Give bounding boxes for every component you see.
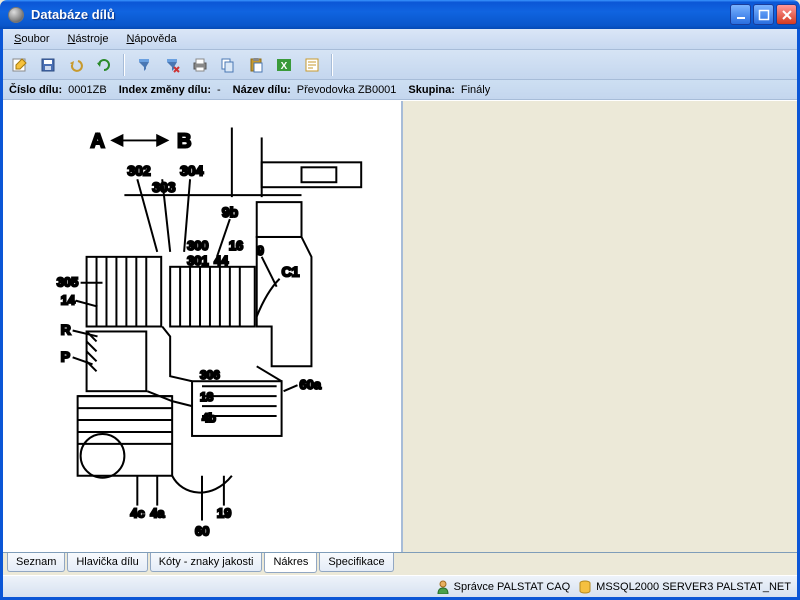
undo-button[interactable] — [65, 54, 87, 76]
menu-file[interactable]: Soubor — [7, 31, 56, 47]
part-no-value: 0001ZB — [68, 84, 107, 96]
part-name-label: Název dílu: — [233, 84, 291, 96]
toolbar: X — [3, 50, 797, 80]
svg-text:60: 60 — [195, 523, 209, 538]
status-db: MSSQL2000 SERVER3 PALSTAT_NET — [578, 580, 791, 594]
svg-text:18: 18 — [200, 390, 214, 404]
status-db-text: MSSQL2000 SERVER3 PALSTAT_NET — [596, 581, 791, 593]
tab-spec[interactable]: Specifikace — [319, 553, 393, 572]
info-bar: Číslo dílu: 0001ZB Index změny dílu: - N… — [3, 80, 797, 100]
paste-button[interactable] — [245, 54, 267, 76]
toolbar-separator — [123, 54, 125, 76]
save-button[interactable] — [37, 54, 59, 76]
toolbar-separator — [331, 54, 333, 76]
window-body: SouborNástrojeNápověda // rebuild menuba… — [0, 29, 800, 600]
svg-text:300: 300 — [187, 238, 209, 253]
svg-text:303: 303 — [152, 179, 175, 195]
svg-text:306: 306 — [200, 368, 220, 382]
svg-text:B: B — [177, 130, 191, 152]
content-area: A B 302 303 304 9b — [3, 100, 797, 552]
part-no-label: Číslo dílu: — [9, 84, 62, 96]
window-title: Databáze dílů — [29, 7, 730, 22]
menu-tools[interactable]: Nástroje — [60, 31, 115, 47]
properties-button[interactable] — [301, 54, 323, 76]
part-name-value: Převodovka ZB0001 — [297, 84, 397, 96]
user-icon — [436, 580, 450, 594]
print-button[interactable] — [189, 54, 211, 76]
copy-button[interactable] — [217, 54, 239, 76]
svg-text:X: X — [281, 61, 288, 72]
svg-text:305: 305 — [57, 275, 79, 290]
refresh-button[interactable] — [93, 54, 115, 76]
app-icon — [8, 7, 24, 23]
tool-filter-button[interactable] — [133, 54, 155, 76]
svg-text:44: 44 — [214, 253, 229, 268]
svg-text:60a: 60a — [300, 377, 322, 392]
status-user: Správce PALSTAT CAQ — [436, 580, 571, 594]
svg-text:C1: C1 — [282, 264, 300, 280]
status-bar: Správce PALSTAT CAQ MSSQL2000 SERVER3 PA… — [3, 575, 797, 597]
svg-text:19: 19 — [217, 506, 231, 521]
tab-list[interactable]: Seznam — [7, 553, 65, 572]
tool-clearfilter-button[interactable] — [161, 54, 183, 76]
svg-text:4a: 4a — [150, 506, 165, 521]
svg-text:R: R — [61, 321, 71, 337]
drawing-pane[interactable]: A B 302 303 304 9b — [3, 101, 403, 552]
svg-text:304: 304 — [180, 162, 203, 178]
svg-text:9: 9 — [257, 243, 264, 258]
svg-text:14: 14 — [61, 293, 76, 308]
window-buttons — [730, 4, 797, 25]
tab-quotas[interactable]: Kóty - znaky jakosti — [150, 553, 263, 572]
database-icon — [578, 580, 592, 594]
svg-text:16: 16 — [229, 238, 243, 253]
group-value: Finály — [461, 84, 490, 96]
change-idx-value: - — [217, 84, 221, 96]
tab-drawing[interactable]: Nákres — [264, 553, 317, 573]
right-pane — [403, 101, 797, 552]
group-label: Skupina: — [408, 84, 454, 96]
menubar: SouborNástrojeNápověda — [3, 29, 797, 50]
status-user-text: Správce PALSTAT CAQ — [454, 581, 571, 593]
maximize-button[interactable] — [753, 4, 774, 25]
svg-text:9b: 9b — [222, 204, 238, 220]
svg-text:4b: 4b — [202, 411, 216, 425]
tab-header[interactable]: Hlavička dílu — [67, 553, 147, 572]
export-excel-button[interactable]: X — [273, 54, 295, 76]
bottom-tabs: Seznam Hlavička dílu Kóty - znaky jakost… — [3, 552, 797, 575]
change-idx-label: Index změny dílu: — [119, 84, 211, 96]
close-button[interactable] — [776, 4, 797, 25]
minimize-button[interactable] — [730, 4, 751, 25]
titlebar: Databáze dílů — [0, 0, 800, 29]
svg-text:A: A — [91, 130, 105, 152]
technical-drawing: A B 302 303 304 9b — [3, 101, 401, 552]
svg-text:302: 302 — [127, 162, 150, 178]
svg-text:301: 301 — [187, 253, 209, 268]
svg-text:P: P — [61, 348, 70, 364]
svg-text:4c: 4c — [130, 506, 144, 521]
edit-button[interactable] — [9, 54, 31, 76]
menu-help[interactable]: Nápověda — [119, 31, 183, 47]
